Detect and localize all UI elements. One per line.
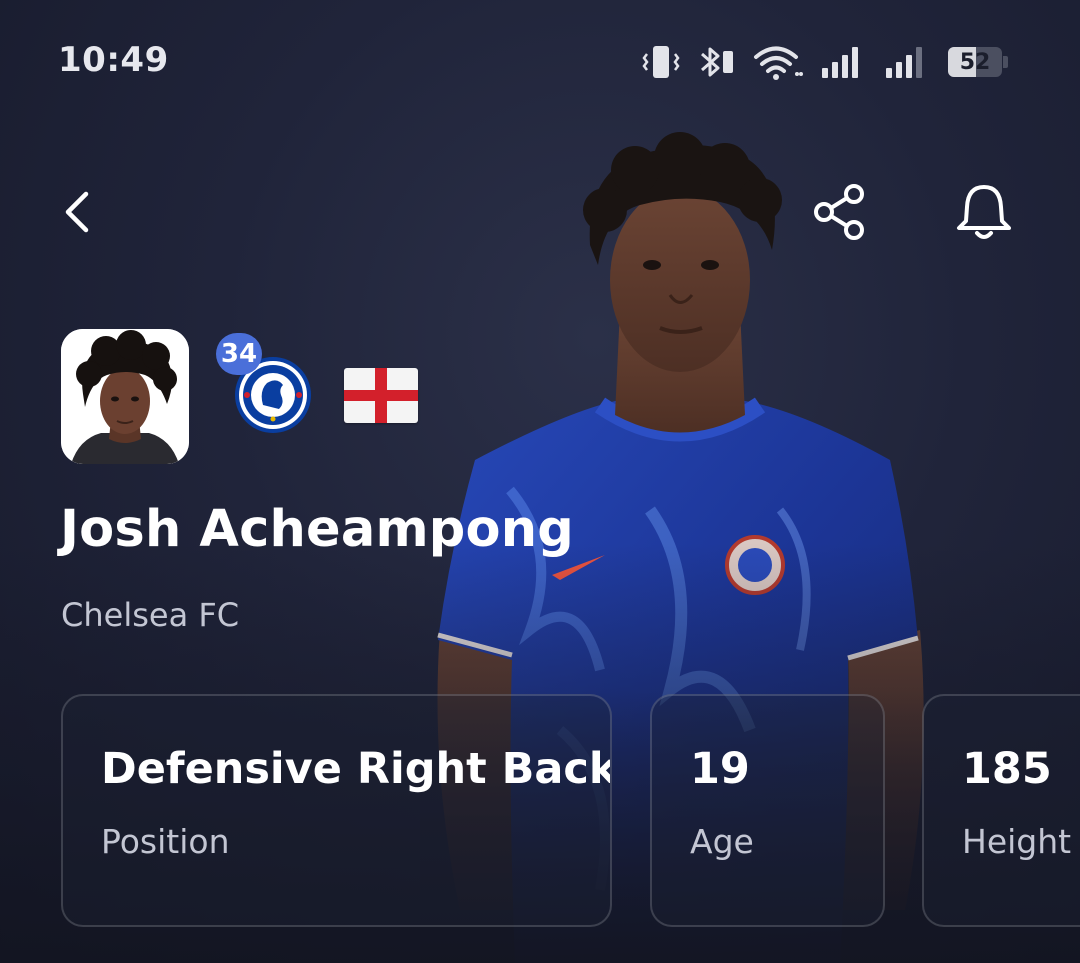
stat-label: Position [101,822,230,861]
stat-value: Defensive Right Back [101,744,612,794]
notification-button[interactable] [950,180,1018,244]
wifi-icon [754,46,803,80]
player-name: Josh Acheampong [60,500,574,559]
club-name[interactable]: Chelsea FC [61,596,239,634]
stat-label: Height [962,822,1072,861]
battery-icon: 52 [948,47,1008,77]
stat-value: 19 [690,744,750,794]
status-icons: 52 [642,40,1008,84]
back-icon [65,191,89,233]
stat-label: Age [690,822,754,861]
signal-icon [822,47,858,78]
vibrate-icon [642,46,680,78]
status-time: 10:49 [58,40,169,80]
status-bar: 10:49 52 [0,0,1080,120]
player-profile-screen: 10:49 52 34 Josh Acheampong Chelsea FC D… [0,0,1080,963]
england-flag-icon [344,368,418,423]
bell-icon [957,185,1011,239]
share-button[interactable] [808,180,872,244]
bluetooth-icon [701,47,733,77]
stat-value: 185 [962,744,1052,794]
stat-card-height: 185 Height [922,694,1080,927]
back-button[interactable] [48,180,108,244]
share-icon [814,184,864,240]
signal-icon [886,47,922,78]
shirt-number-badge: 34 [216,333,262,375]
stat-card-age: 19 Age [650,694,885,927]
player-avatar [61,329,189,464]
battery-level: 52 [959,49,991,75]
stat-card-position: Defensive Right Back Position [61,694,612,927]
